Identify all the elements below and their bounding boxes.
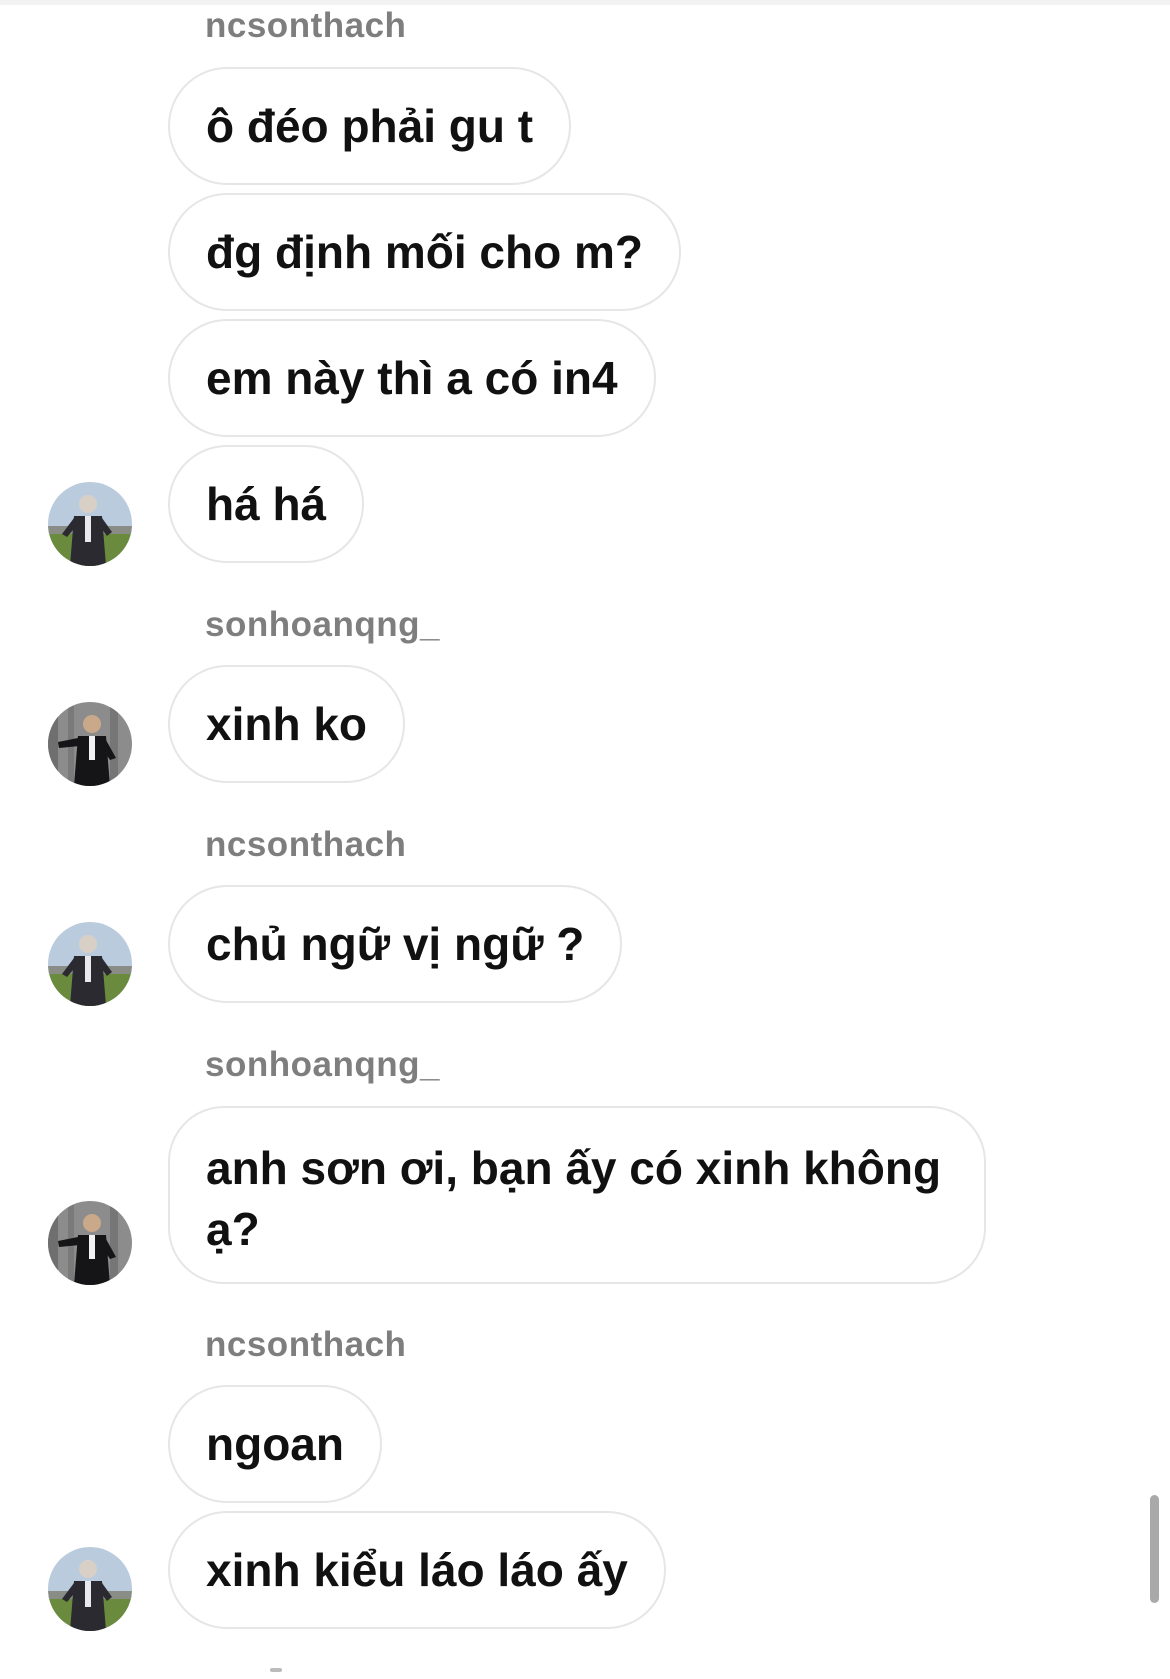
message-text: ngoan	[206, 1417, 344, 1470]
avatar-sonhoanqng-icon[interactable]	[48, 1201, 132, 1285]
message-text: đg định mối cho m?	[206, 225, 643, 278]
scrollbar-thumb[interactable]	[1150, 1495, 1159, 1603]
message-text: há há	[206, 477, 327, 530]
message-text: anh sơn ơi, bạn ấy có xinh không ạ?	[206, 1142, 942, 1255]
avatar-ncsonthach-icon[interactable]	[48, 922, 132, 1006]
message-text: em này thì a có in4	[206, 351, 618, 404]
avatar-ncsonthach-icon[interactable]	[48, 482, 132, 566]
message-bubble[interactable]: anh sơn ơi, bạn ấy có xinh không ạ?	[168, 1106, 986, 1284]
message-bubble[interactable]: em này thì a có in4	[168, 319, 656, 437]
avatar-sonhoanqng-icon[interactable]	[48, 702, 132, 786]
message-text: ô đéo phải gu t	[206, 99, 534, 152]
message-bubble[interactable]: ô đéo phải gu t	[168, 67, 572, 185]
message-bubble[interactable]: há há	[168, 445, 365, 563]
message-bubble[interactable]: xinh kiểu láo láo ấy	[168, 1511, 666, 1629]
sender-name: ncsonthach	[205, 6, 407, 45]
message-text: chủ ngữ vị ngữ ?	[206, 917, 585, 970]
message-bubble[interactable]: đg định mối cho m?	[168, 193, 681, 311]
sender-name: sonhoanqng_	[205, 605, 440, 644]
message-bubble[interactable]: ngoan	[168, 1385, 382, 1503]
sender-name: ncsonthach	[205, 825, 407, 864]
sender-name: sonhoanqng_	[205, 1045, 440, 1084]
cutoff-text-fragment	[270, 1668, 282, 1672]
message-thread[interactable]: ncsonthach ô đéo phải gu t đg định mối c…	[0, 0, 1170, 1679]
sender-name: ncsonthach	[205, 1325, 407, 1364]
message-text: xinh kiểu láo láo ấy	[206, 1543, 628, 1596]
message-bubble[interactable]: xinh ko	[168, 665, 406, 783]
avatar-ncsonthach-icon[interactable]	[48, 1547, 132, 1631]
message-bubble[interactable]: chủ ngữ vị ngữ ?	[168, 885, 623, 1003]
message-text: xinh ko	[206, 697, 368, 750]
